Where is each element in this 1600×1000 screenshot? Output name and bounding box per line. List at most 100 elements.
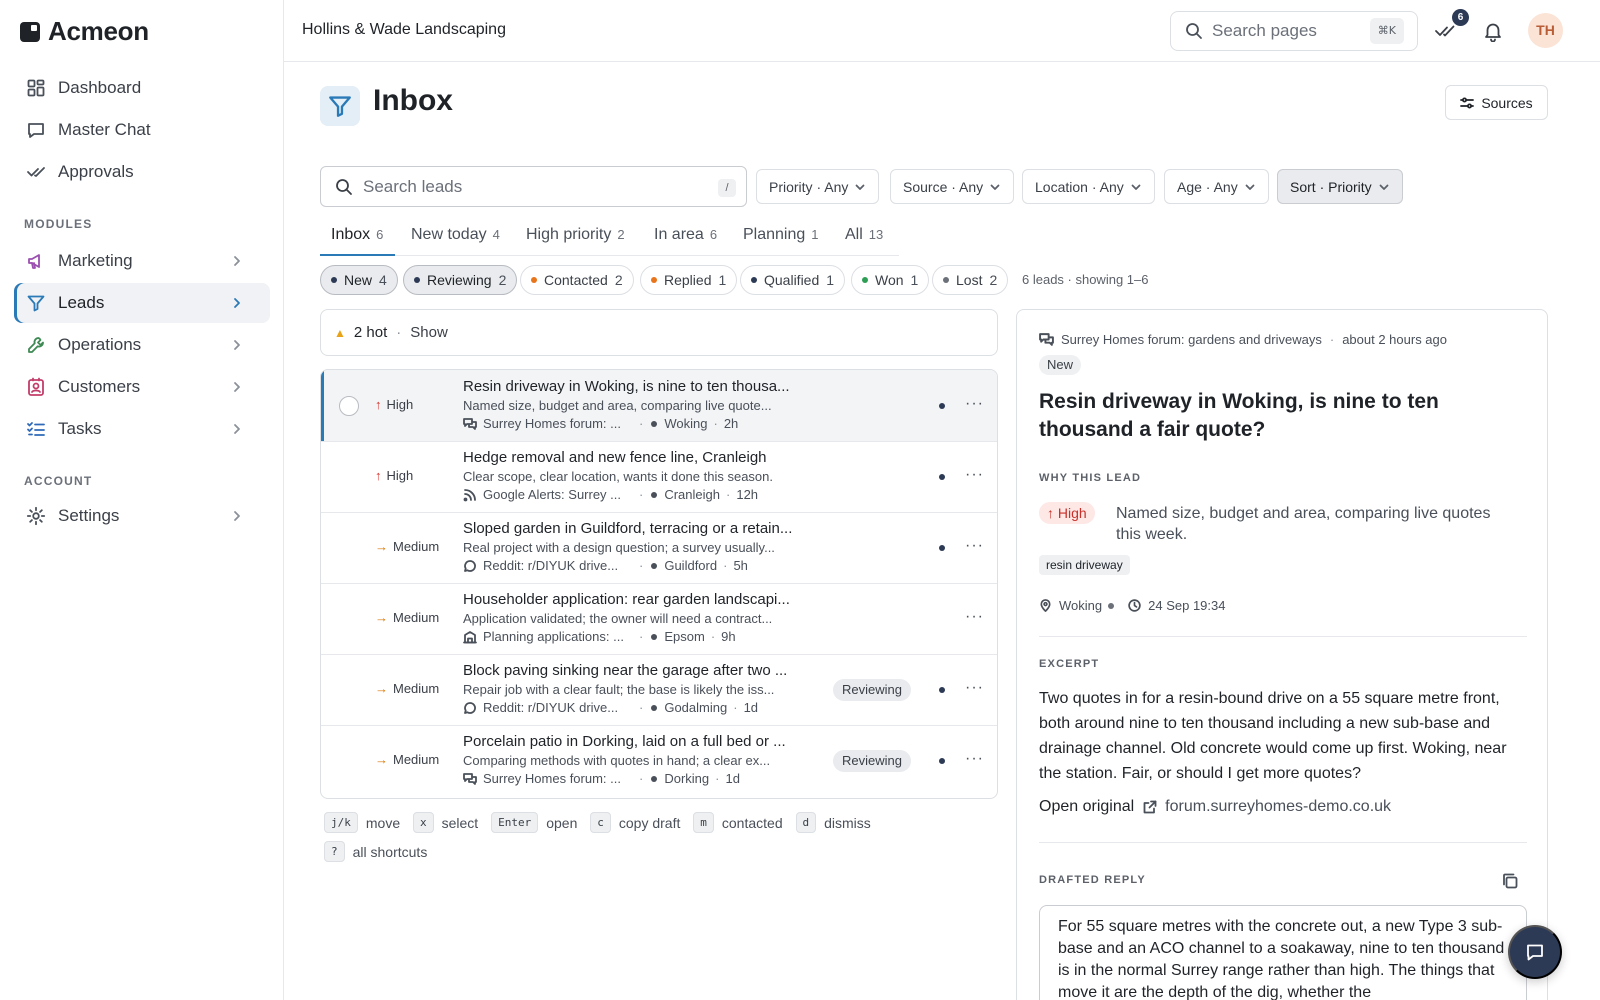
search-pages-input[interactable]: Search pages ⌘K xyxy=(1170,11,1418,51)
tab-new-today[interactable]: New today 4 xyxy=(411,226,500,244)
status-dot xyxy=(531,277,537,283)
sliders-icon xyxy=(1460,96,1475,110)
search-leads-input[interactable]: Search leads / xyxy=(320,166,747,207)
lead-age: 12h xyxy=(736,487,759,502)
unread-dot xyxy=(939,545,945,551)
more-actions-icon[interactable]: ··· xyxy=(965,466,984,484)
lead-title: Resin driveway in Woking, is nine to ten… xyxy=(463,378,790,395)
sidebar-item-leads[interactable]: Leads xyxy=(14,283,270,323)
lead-summary: Application validated; the owner will ne… xyxy=(463,611,773,626)
bell-icon[interactable] xyxy=(1482,20,1504,42)
age-filter[interactable]: Age · Any xyxy=(1164,169,1269,204)
lead-title: Householder application: rear garden lan… xyxy=(463,591,790,608)
detail-title: Resin driveway in Woking, is nine to ten… xyxy=(1039,390,1439,441)
avatar[interactable]: TH xyxy=(1528,13,1563,48)
tab-high-priority[interactable]: High priority 2 xyxy=(526,226,625,244)
lead-source: Reddit: r/DIYUK drive... xyxy=(483,558,619,573)
status-chip-reviewing[interactable]: Reviewing 2 xyxy=(403,265,518,295)
open-original-link[interactable]: Open original forum.surreyhomes-demo.co.… xyxy=(1039,798,1391,816)
arrow-right-icon: → xyxy=(375,610,388,625)
sidebar-item-customers[interactable]: Customers xyxy=(14,367,270,407)
priority-indicator: → Medium xyxy=(375,539,439,554)
priority-filter[interactable]: Priority · Any xyxy=(756,169,880,204)
gear-icon xyxy=(26,506,46,526)
approvals-icon[interactable] xyxy=(1434,20,1456,42)
priority-label: Medium xyxy=(393,681,440,696)
sidebar-item-master-chat[interactable]: Master Chat xyxy=(14,110,270,150)
status-badge: New xyxy=(1039,355,1082,375)
more-actions-icon[interactable]: ··· xyxy=(965,608,984,626)
location-filter[interactable]: Location · Any xyxy=(1022,169,1155,204)
status-chip-lost[interactable]: Lost 2 xyxy=(932,265,1009,295)
lead-row[interactable]: → Medium Porcelain patio in Dorking, laid… xyxy=(321,725,997,797)
lead-tag[interactable]: resin driveway xyxy=(1039,555,1130,575)
workspace-name[interactable]: Hollins & Wade Landscaping xyxy=(302,21,506,39)
sidebar-item-label: Operations xyxy=(58,335,142,354)
status-chip-won[interactable]: Won 1 xyxy=(851,265,930,295)
lead-row[interactable]: ↑ High Resin driveway in Woking, is nine … xyxy=(321,370,997,442)
status-chip-label: New xyxy=(344,272,373,288)
brand[interactable]: Acmeon xyxy=(20,16,149,47)
tab-inbox[interactable]: Inbox 6 xyxy=(331,226,383,244)
separator: · xyxy=(726,487,731,502)
sources-button[interactable]: Sources xyxy=(1445,85,1548,120)
tab-count: 1 xyxy=(811,227,819,242)
sidebar-item-approvals[interactable]: Approvals xyxy=(14,152,270,192)
lead-row[interactable]: ↑ High Hedge removal and new fence line, … xyxy=(321,441,997,513)
status-chip-qualified[interactable]: Qualified 1 xyxy=(740,265,846,295)
sidebar-item-dashboard[interactable]: Dashboard xyxy=(14,68,270,108)
lead-meta: Planning applications: ... · Epsom · 9h xyxy=(463,629,736,644)
leads-summary: 6 leads · showing 1–6 xyxy=(1022,272,1149,287)
status-badge: Reviewing xyxy=(833,679,911,701)
lead-summary: Comparing methods with quotes in hand; a… xyxy=(463,753,771,768)
lead-age: 2h xyxy=(723,416,739,431)
drafted-reply-textarea[interactable]: For 55 square metres with the concrete o… xyxy=(1039,905,1527,1000)
status-chip-new[interactable]: New 4 xyxy=(320,265,398,295)
leads-list: ↑ High Resin driveway in Woking, is nine … xyxy=(320,369,998,799)
chat-fab-button[interactable] xyxy=(1508,925,1562,979)
more-actions-icon[interactable]: ··· xyxy=(965,537,984,555)
tab-label: In area xyxy=(654,226,704,243)
lead-summary: Real project with a design question; a s… xyxy=(463,540,775,555)
lead-age: 1d xyxy=(743,700,759,715)
shortcut-label: dismiss xyxy=(824,814,871,831)
status-chip-replied[interactable]: Replied 1 xyxy=(640,265,738,295)
sort-select[interactable]: Sort · Priority xyxy=(1277,169,1403,204)
more-actions-icon[interactable]: ··· xyxy=(965,679,984,697)
more-actions-icon[interactable]: ··· xyxy=(965,750,984,768)
wrench-icon xyxy=(26,335,46,355)
sidebar-item-tasks[interactable]: Tasks xyxy=(14,409,270,449)
copy-icon[interactable] xyxy=(1501,872,1519,890)
tab-all[interactable]: All 13 xyxy=(845,226,883,244)
lead-row[interactable]: → Medium Sloped garden in Guildford, terr… xyxy=(321,512,997,584)
search-icon xyxy=(335,178,353,196)
lead-location: Godalming xyxy=(664,700,728,715)
sidebar-item-settings[interactable]: Settings xyxy=(14,496,270,536)
lead-row[interactable]: → Medium Block paving sinking near the ga… xyxy=(321,654,997,726)
sidebar-item-label: Settings xyxy=(58,506,120,525)
row-checkbox[interactable] xyxy=(339,396,359,416)
location-dot xyxy=(651,775,658,782)
lead-age: 9h xyxy=(721,629,736,644)
lead-row[interactable]: → Medium Householder application: rear ga… xyxy=(321,583,997,655)
separator: · xyxy=(733,700,738,715)
status-dot xyxy=(331,277,337,283)
tab-planning[interactable]: Planning 1 xyxy=(743,226,819,244)
priority-indicator: → Medium xyxy=(375,681,439,696)
status-chip-contacted[interactable]: Contacted 2 xyxy=(520,265,634,295)
priority-filter-label: Priority · Any xyxy=(769,178,849,195)
detail-location: Woking xyxy=(1059,598,1103,613)
shortcut-all[interactable]: ? all shortcuts xyxy=(324,841,427,862)
chevron-right-icon xyxy=(230,422,244,436)
comment-icon xyxy=(463,559,477,573)
tab-in-area[interactable]: In area 6 xyxy=(654,226,717,244)
sidebar-item-operations[interactable]: Operations xyxy=(14,325,270,365)
sidebar-item-marketing[interactable]: Marketing xyxy=(14,241,270,281)
search-leads-shortcut: / xyxy=(718,179,736,197)
lead-source: Surrey Homes forum: ... xyxy=(483,771,621,786)
more-actions-icon[interactable]: ··· xyxy=(965,395,984,413)
source-filter[interactable]: Source · Any xyxy=(890,169,1015,204)
show-hot-leads-button[interactable]: Show xyxy=(410,324,448,341)
arrow-right-icon: → xyxy=(375,681,388,696)
tab-count: 4 xyxy=(492,227,500,242)
